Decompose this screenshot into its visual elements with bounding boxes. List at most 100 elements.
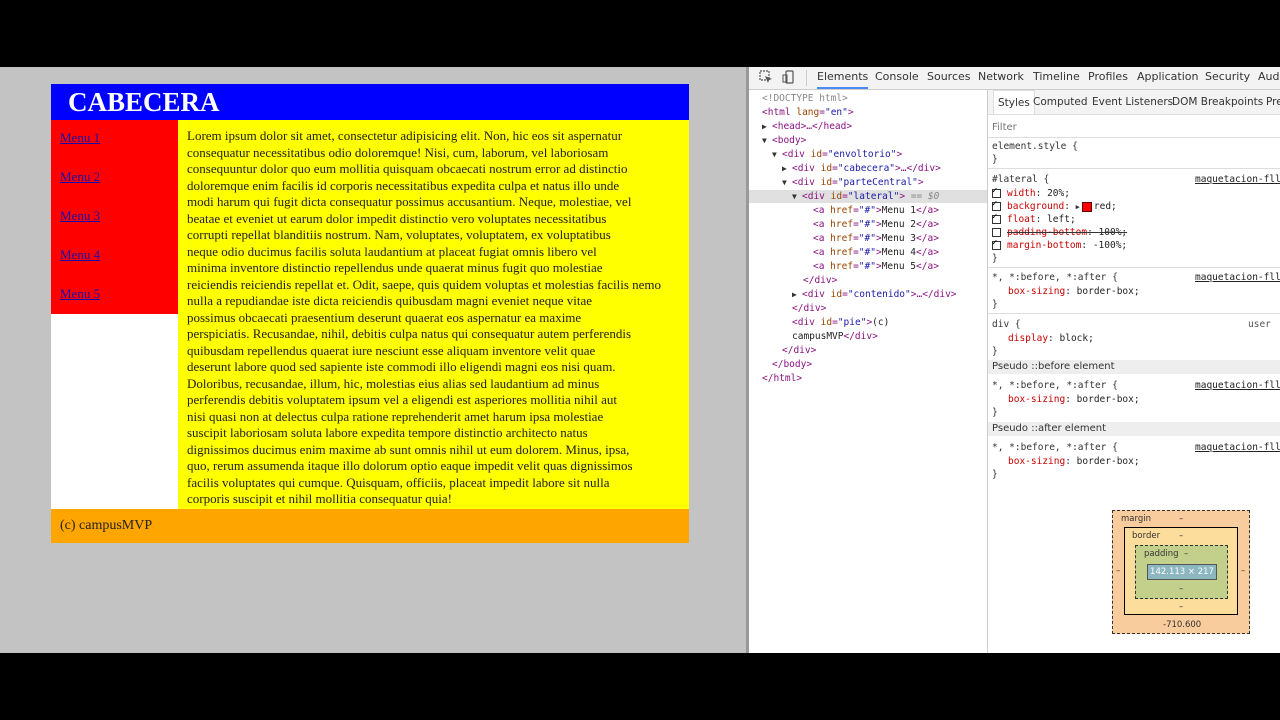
tab-profiles[interactable]: Profiles — [1088, 67, 1128, 89]
expand-triangle-icon[interactable]: ▶ — [1076, 203, 1080, 211]
dom-lateral-close[interactable]: </div> — [803, 274, 837, 287]
dom-envoltorio[interactable]: ▼ <div id="envoltorio"> — [772, 148, 902, 161]
box-model-content[interactable]: 142.113 × 217 — [1147, 564, 1217, 580]
tab-computed[interactable]: Computed — [1033, 90, 1088, 114]
tab-network[interactable]: Network — [978, 67, 1024, 89]
device-mode-icon[interactable] — [782, 70, 796, 84]
checkbox-float[interactable] — [992, 212, 1001, 224]
checkbox-background[interactable] — [992, 199, 1001, 211]
dom-link-1[interactable]: <a href="#">Menu 1</a> — [813, 204, 939, 217]
collapse-triangle-icon[interactable]: ▼ — [792, 190, 802, 203]
dom-lateral-selected[interactable]: ▼ <div id="lateral"> == $0 — [749, 190, 987, 203]
rule-lateral-selector[interactable]: #lateral { — [992, 174, 1049, 185]
prop-background[interactable]: background: ▶red; — [992, 199, 1117, 212]
expand-triangle-icon[interactable]: ▶ — [792, 288, 802, 301]
dom-link-4[interactable]: <a href="#">Menu 4</a> — [813, 246, 939, 259]
content-line: corrupti repellat blanditiis nostrum. Na… — [187, 227, 611, 242]
prop-box-sizing-before[interactable]: box-sizing: border-box; — [1008, 394, 1140, 405]
styles-filter-input[interactable] — [990, 118, 1274, 136]
tab-audits[interactable]: Audi — [1258, 67, 1280, 89]
menu-link-3[interactable]: Menu 3 — [60, 208, 100, 224]
inspect-element-icon[interactable] — [759, 70, 773, 84]
box-model-margin[interactable]: margin – – – -710.600 border – – padding… — [1112, 510, 1250, 634]
dom-body[interactable]: ▼ <body> — [762, 134, 806, 147]
content-line: Lorem ipsum dolor sit amet, consectetur … — [187, 128, 623, 143]
checkbox-margin-bottom[interactable] — [992, 238, 1001, 250]
sidebar: Menu 1 Menu 2 Menu 3 Menu 4 Menu 5 — [51, 120, 178, 314]
tab-elements[interactable]: Elements — [817, 67, 869, 89]
checkbox-padding-bottom[interactable] — [992, 228, 1001, 237]
margin-left-value: – — [1116, 566, 1121, 576]
rule-before-selector[interactable]: *, *:before, *:after { — [992, 380, 1118, 391]
dom-partecentral-close[interactable]: </div> — [792, 302, 826, 315]
prop-padding-bottom[interactable]: padding-bottom: 100%; — [992, 227, 1127, 238]
dom-envoltorio-close[interactable]: </div> — [782, 344, 816, 357]
rule-universal-source-link[interactable]: maquetacion-fll — [1195, 272, 1280, 283]
dom-link-2[interactable]: <a href="#">Menu 2</a> — [813, 218, 939, 231]
dom-pie[interactable]: <div id="pie">(c) — [792, 316, 889, 329]
rule-div-selector[interactable]: div { — [992, 319, 1021, 330]
content-line: nulla a repudiandae iste dicta reiciendi… — [187, 293, 593, 308]
link-text: Menu 2 — [881, 219, 917, 230]
color-swatch[interactable] — [1081, 201, 1092, 212]
dom-cabecera[interactable]: ▶ <div id="cabecera">…</div> — [782, 162, 941, 175]
expand-triangle-icon[interactable]: ▶ — [782, 162, 792, 175]
dom-partecentral[interactable]: ▼ <div id="parteCentral"> — [782, 176, 924, 189]
menu-link-5[interactable]: Menu 5 — [60, 286, 100, 302]
dom-head[interactable]: ▶ <head>…</head> — [762, 120, 852, 133]
prop-box-sizing[interactable]: box-sizing: border-box; — [1008, 286, 1140, 297]
dom-link-3[interactable]: <a href="#">Menu 3</a> — [813, 232, 939, 245]
close-brace: } — [992, 407, 998, 418]
collapse-triangle-icon[interactable]: ▼ — [762, 134, 772, 147]
dom-link-5[interactable]: <a href="#">Menu 5</a> — [813, 260, 939, 273]
dom-contenido[interactable]: ▶ <div id="contenido">…</div> — [792, 288, 957, 301]
collapse-triangle-icon[interactable]: ▼ — [772, 148, 782, 161]
dom-pie-text[interactable]: campusMVP</div> — [792, 330, 878, 343]
attr-value: "parteCentral" — [837, 177, 918, 188]
tab-application[interactable]: Application — [1137, 67, 1198, 89]
box-model-padding[interactable]: padding – – 142.113 × 217 — [1135, 545, 1228, 599]
tab-event-listeners[interactable]: Event Listeners — [1092, 90, 1173, 114]
prop-width[interactable]: width: 20%; — [992, 186, 1070, 199]
dom-html-close[interactable]: </html> — [762, 372, 802, 385]
menu-link-4[interactable]: Menu 4 — [60, 247, 100, 263]
divider — [988, 267, 1280, 268]
tab-timeline[interactable]: Timeline — [1033, 67, 1080, 89]
content-line: possimus obcaecati praesentium deserunt … — [187, 309, 582, 325]
dom-body-close[interactable]: </body> — [772, 358, 812, 371]
rule-after-source-link[interactable]: maquetacion-fll — [1195, 442, 1280, 453]
prop-display[interactable]: display: block; — [1008, 333, 1094, 344]
dom-doctype[interactable]: <!DOCTYPE html> — [762, 92, 848, 105]
box-model-border[interactable]: border – – padding – – 142.113 × 217 — [1124, 527, 1238, 615]
collapsed-close: …</div> — [916, 289, 957, 300]
tab-security[interactable]: Security — [1205, 67, 1250, 89]
tab-styles[interactable]: Styles — [993, 90, 1035, 114]
prop-value: block; — [1059, 333, 1094, 344]
attr-value: "envoltorio" — [827, 149, 897, 160]
checkbox-width[interactable] — [992, 186, 1001, 198]
rule-lateral-source-link[interactable]: maquetacion-fll — [1195, 174, 1280, 185]
menu-link-2[interactable]: Menu 2 — [60, 169, 100, 185]
prop-float[interactable]: float: left; — [992, 212, 1076, 225]
attr-value: "#" — [858, 233, 876, 244]
expand-triangle-icon[interactable]: ▶ — [762, 120, 772, 133]
attr-value: "cabecera" — [837, 163, 896, 174]
prop-margin-bottom[interactable]: margin-bottom: -100%; — [992, 238, 1127, 251]
content-line: perferendis debitis voluptatem ipsum vel… — [187, 392, 617, 407]
element-style-selector[interactable]: element.style { — [992, 141, 1078, 152]
margin-label: margin — [1121, 514, 1151, 524]
content-line: consequatur necessitatibus odio doloremq… — [187, 144, 609, 160]
tab-console[interactable]: Console — [875, 67, 919, 89]
rule-before-source-link[interactable]: maquetacion-fll — [1195, 380, 1280, 391]
collapse-triangle-icon[interactable]: ▼ — [782, 176, 792, 189]
tab-sources[interactable]: Sources — [927, 67, 971, 89]
prop-box-sizing-after[interactable]: box-sizing: border-box; — [1008, 456, 1140, 467]
close-brace: } — [992, 253, 998, 264]
menu-link-1[interactable]: Menu 1 — [60, 130, 100, 146]
rule-universal-selector[interactable]: *, *:before, *:after { — [992, 272, 1118, 283]
tab-properties[interactable]: Pre — [1266, 90, 1280, 114]
rule-after-selector[interactable]: *, *:before, *:after { — [992, 442, 1118, 453]
attr-name: id — [810, 149, 823, 160]
dom-html[interactable]: <html lang="en"> — [762, 106, 854, 119]
tab-dom-breakpoints[interactable]: DOM Breakpoints — [1172, 90, 1263, 114]
